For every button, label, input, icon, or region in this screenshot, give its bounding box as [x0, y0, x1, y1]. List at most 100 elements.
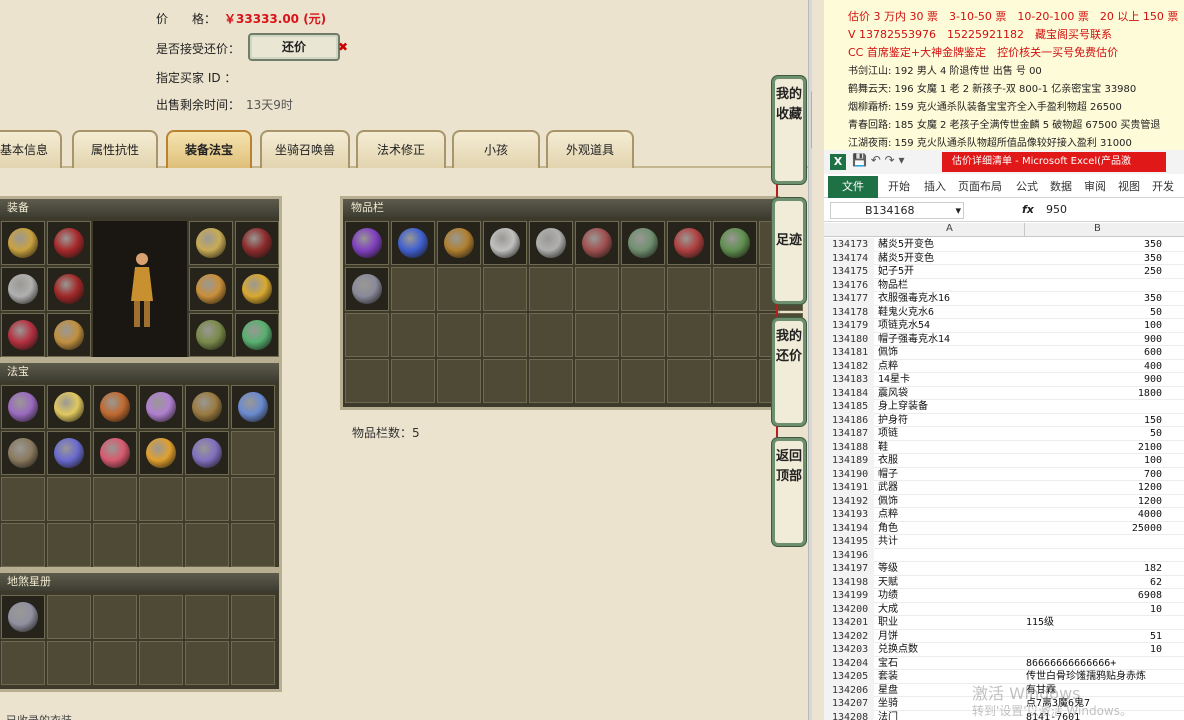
inventory-slot[interactable] — [483, 359, 527, 403]
cell-b[interactable]: 62 — [1026, 576, 1166, 590]
fx-icon[interactable]: fx — [1022, 203, 1034, 216]
cell-a[interactable]: 等级 — [876, 562, 1024, 576]
cell-b[interactable]: 10 — [1026, 643, 1166, 657]
column-header-b[interactable]: B — [1094, 223, 1101, 234]
cell-b[interactable]: 50 — [1026, 306, 1166, 320]
spreadsheet-row[interactable]: 134201 职业 115级 — [824, 616, 1184, 630]
cell-a[interactable]: 功绩 — [876, 589, 1024, 603]
inventory-slot[interactable] — [575, 359, 619, 403]
equipment-item-icon[interactable] — [196, 274, 226, 304]
cell-a[interactable]: 点粹 — [876, 508, 1024, 522]
inventory-slot[interactable] — [667, 313, 711, 357]
spreadsheet-row[interactable]: 134199 功绩 6908 — [824, 589, 1184, 603]
spreadsheet-row[interactable]: 134174 赭炎5开变色 350 — [824, 251, 1184, 266]
cell-a[interactable]: 赭炎5开变色 — [876, 238, 1024, 252]
equipment-item-icon[interactable] — [8, 274, 38, 304]
cell-a[interactable]: 共计 — [876, 535, 1024, 549]
tab-equipment-treasure[interactable]: 装备法宝 — [166, 130, 252, 168]
row-number[interactable]: 134180 — [824, 332, 874, 346]
spreadsheet-row[interactable]: 134190 帽子 700 — [824, 467, 1184, 482]
cell-a[interactable]: 鞋 — [876, 441, 1024, 455]
cell-a[interactable]: 鞋鬼火克水6 — [876, 306, 1024, 320]
cell-a[interactable]: 点粹 — [876, 360, 1024, 374]
treasure-slot[interactable] — [185, 477, 229, 521]
row-number[interactable]: 134188 — [824, 440, 874, 454]
spreadsheet-row[interactable]: 134183 14星卡 900 — [824, 373, 1184, 387]
row-number[interactable]: 134185 — [824, 400, 874, 414]
spreadsheet-row[interactable]: 134204 宝石 86666666666666+ — [824, 656, 1184, 671]
spreadsheet-row[interactable]: 134196 — [824, 548, 1184, 562]
star-register-slot[interactable] — [139, 595, 183, 639]
treasure-slot[interactable] — [93, 385, 137, 429]
row-number[interactable]: 134189 — [824, 454, 874, 468]
treasure-item-icon[interactable] — [54, 438, 84, 468]
spreadsheet-row[interactable]: 134185 身上穿装备 — [824, 400, 1184, 414]
row-number[interactable]: 134184 — [824, 386, 874, 400]
row-number[interactable]: 134191 — [824, 481, 874, 495]
cell-b[interactable]: 2100 — [1026, 441, 1166, 455]
row-number[interactable]: 134202 — [824, 629, 874, 643]
equipment-slot[interactable] — [1, 221, 45, 265]
spreadsheet-row[interactable]: 134194 角色 25000 — [824, 521, 1184, 536]
spreadsheet-row[interactable]: 134187 项链 50 — [824, 427, 1184, 441]
inventory-slot[interactable] — [575, 267, 619, 311]
cell-a[interactable]: 帽子强毒克水14 — [876, 333, 1024, 347]
row-number[interactable]: 134206 — [824, 683, 874, 697]
cell-b[interactable]: 250 — [1026, 265, 1166, 279]
counter-offer-button[interactable]: 还价 — [248, 33, 340, 61]
inventory-slot[interactable] — [621, 313, 665, 357]
equipment-slot[interactable] — [47, 313, 91, 357]
inventory-slot[interactable] — [713, 359, 757, 403]
spreadsheet-row[interactable]: 134184 震风袋 1800 — [824, 386, 1184, 400]
row-number[interactable]: 134194 — [824, 521, 874, 535]
treasure-slot[interactable] — [139, 477, 183, 521]
row-number[interactable]: 134208 — [824, 710, 874, 720]
quick-access-icons[interactable]: 💾 ↶ ↷ ▾ — [852, 153, 905, 167]
inventory-slot[interactable] — [667, 267, 711, 311]
row-number[interactable]: 134190 — [824, 467, 874, 481]
star-register-item-icon[interactable] — [8, 602, 38, 632]
inventory-slot[interactable] — [391, 359, 435, 403]
inventory-item-icon[interactable] — [720, 228, 750, 258]
cell-a[interactable]: 护身符 — [876, 414, 1024, 428]
cell-a[interactable]: 物品栏 — [876, 279, 1024, 293]
inventory-slot[interactable] — [345, 359, 389, 403]
ribbon-tab-page-layout[interactable]: 页面布局 — [958, 176, 1002, 198]
row-number[interactable]: 134200 — [824, 602, 874, 616]
spreadsheet-row[interactable]: 134203 兑换点数 10 — [824, 643, 1184, 657]
cell-b[interactable]: 25000 — [1026, 522, 1166, 536]
treasure-slot[interactable] — [93, 523, 137, 567]
row-number[interactable]: 134203 — [824, 643, 874, 657]
treasure-slot[interactable] — [47, 385, 91, 429]
inventory-slot[interactable] — [713, 221, 757, 265]
spreadsheet-row[interactable]: 134200 大成 10 — [824, 602, 1184, 616]
inventory-slot[interactable] — [621, 267, 665, 311]
cell-b[interactable]: 100 — [1026, 454, 1166, 468]
inventory-slot[interactable] — [529, 359, 573, 403]
ribbon-tab-review[interactable]: 审阅 — [1084, 176, 1106, 198]
cell-a[interactable]: 佩饰 — [876, 495, 1024, 509]
equipment-item-icon[interactable] — [8, 228, 38, 258]
treasure-slot[interactable] — [139, 385, 183, 429]
row-number[interactable]: 134173 — [824, 238, 874, 252]
treasure-item-icon[interactable] — [54, 392, 84, 422]
equipment-slot[interactable] — [1, 267, 45, 311]
row-number[interactable]: 134183 — [824, 373, 874, 387]
tab-children[interactable]: 小孩 — [452, 130, 540, 168]
treasure-slot[interactable] — [139, 431, 183, 475]
equipment-slot[interactable] — [235, 221, 279, 265]
cell-b[interactable]: 86666666666666+ — [1026, 657, 1166, 671]
scrollbar-thumb[interactable] — [811, 90, 812, 150]
ribbon-tab-data[interactable]: 数据 — [1050, 176, 1072, 198]
equipment-slot[interactable] — [235, 267, 279, 311]
cell-b[interactable]: 182 — [1026, 562, 1166, 576]
inventory-slot[interactable] — [345, 221, 389, 265]
inventory-slot[interactable] — [483, 267, 527, 311]
spreadsheet-row[interactable]: 134186 护身符 150 — [824, 413, 1184, 428]
spreadsheet-row[interactable]: 134202 月饼 51 — [824, 629, 1184, 643]
equipment-slot[interactable] — [47, 267, 91, 311]
cell-a[interactable]: 赭炎5开变色 — [876, 252, 1024, 266]
cell-b[interactable]: 700 — [1026, 468, 1166, 482]
inventory-slot[interactable] — [391, 267, 435, 311]
row-number[interactable]: 134187 — [824, 427, 874, 441]
